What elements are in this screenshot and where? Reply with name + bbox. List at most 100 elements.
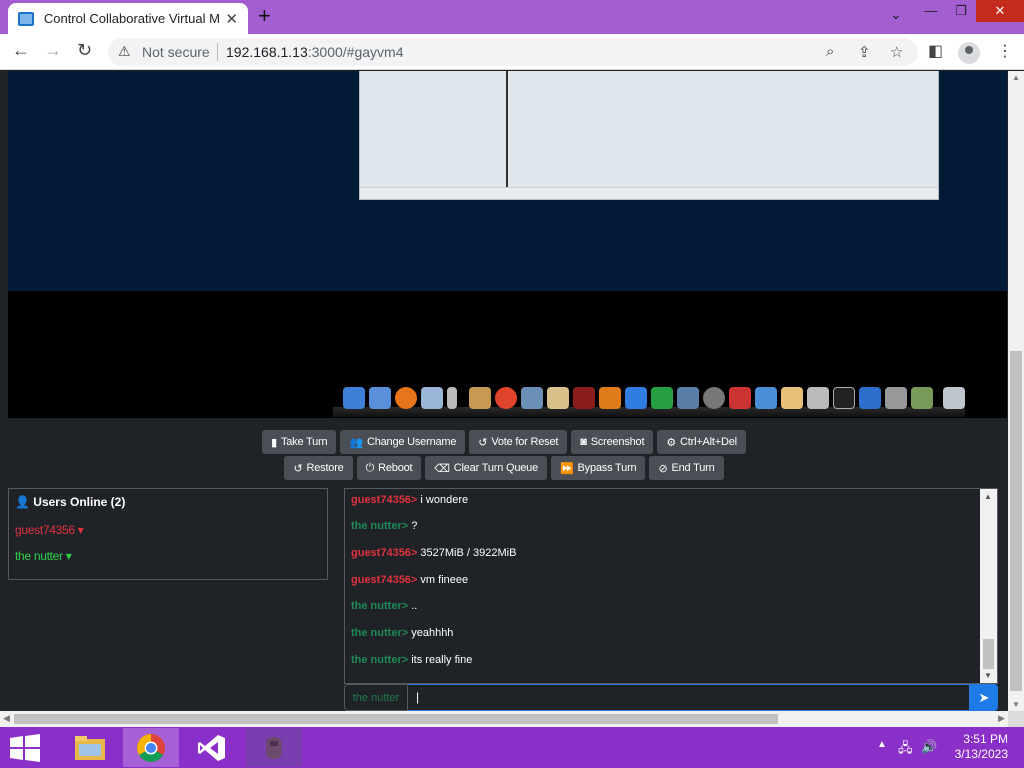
tab-title: Control Collaborative Virtual Mac xyxy=(43,11,220,26)
preview-icon[interactable] xyxy=(677,387,699,409)
user-name: the nutter xyxy=(15,549,63,563)
speaker-icon[interactable] xyxy=(703,387,725,409)
end-turn-button[interactable]: ⊘ End Turn xyxy=(649,456,724,480)
ctrl-alt-del-button[interactable]: ⚙ Ctrl+Alt+Del xyxy=(657,430,746,454)
photos-icon[interactable] xyxy=(469,387,491,409)
minimize-icon[interactable]: — xyxy=(916,0,946,22)
excel-icon[interactable] xyxy=(651,387,673,409)
film-icon[interactable] xyxy=(573,387,595,409)
security-label[interactable]: Not secure xyxy=(142,44,210,60)
migration-icon[interactable] xyxy=(859,387,881,409)
scroll-up-icon[interactable]: ▲ xyxy=(1012,73,1020,82)
scroll-down-icon[interactable]: ▼ xyxy=(1012,700,1020,709)
change-username-button[interactable]: 👥 Change Username xyxy=(340,430,466,454)
terminal-icon[interactable] xyxy=(833,387,855,409)
vote-reset-button[interactable]: ↺ Vote for Reset xyxy=(469,430,568,454)
downloads-icon[interactable] xyxy=(911,387,933,409)
caret-down-icon: ▾ xyxy=(77,523,84,537)
fast-forward-icon: ⏩ xyxy=(560,462,574,475)
restore-window-icon[interactable]: ❐ xyxy=(946,0,976,22)
word-icon[interactable] xyxy=(625,387,647,409)
screenshot-button[interactable]: ◙ Screenshot xyxy=(571,430,654,454)
users-online-heading: 👤 Users Online (2) xyxy=(15,495,125,509)
page-vertical-scrollbar[interactable]: ▲ ▼ xyxy=(1008,71,1024,711)
address-bar[interactable]: ⚠ Not secure 192.168.1.13:3000/#gayvm4 ⌕… xyxy=(108,38,918,66)
scroll-left-icon[interactable]: ◀ xyxy=(3,713,10,724)
reboot-button[interactable]: ⏻ Reboot xyxy=(356,456,422,480)
zoom-icon[interactable]: ⌕ xyxy=(826,43,834,60)
clock-date: 3/13/2023 xyxy=(954,747,1008,761)
scroll-down-icon[interactable]: ▼ xyxy=(984,671,992,680)
restore-button[interactable]: ↺ Restore xyxy=(284,456,353,480)
forward-icon[interactable]: → xyxy=(44,40,62,61)
browser-app-icon[interactable] xyxy=(495,387,517,409)
user-icon: ▮ xyxy=(271,436,277,449)
gear-icon: ⚙ xyxy=(666,436,677,449)
vm-screen[interactable] xyxy=(8,71,1007,418)
chat-scroll-thumb[interactable] xyxy=(983,639,994,669)
browser-titlebar: Control Collaborative Virtual Mac ✕ + ⌄ … xyxy=(0,0,1024,34)
bookmark-star-icon[interactable]: ☆ xyxy=(890,43,903,61)
volume-icon[interactable]: 🔊 xyxy=(921,739,937,755)
chat-scrollbar[interactable]: ▲ ▼ xyxy=(980,489,997,683)
file-explorer-icon[interactable] xyxy=(62,728,118,767)
reload-icon[interactable]: ↻ xyxy=(77,40,92,61)
chevron-up-icon[interactable]: ▲ xyxy=(877,739,887,750)
bypass-turn-button[interactable]: ⏩ Bypass Turn xyxy=(551,456,646,480)
browser-tab[interactable]: Control Collaborative Virtual Mac ✕ xyxy=(8,3,248,34)
vm-desktop[interactable] xyxy=(8,71,1007,291)
app-icon[interactable] xyxy=(246,728,302,767)
calendar-icon[interactable] xyxy=(729,387,751,409)
visual-studio-icon[interactable] xyxy=(184,728,240,767)
close-tab-icon[interactable]: ✕ xyxy=(225,10,238,28)
page-hscroll-thumb[interactable] xyxy=(14,714,778,724)
profile-avatar[interactable] xyxy=(958,42,980,64)
user-entry-nutter[interactable]: the nutter ▾ xyxy=(15,549,72,563)
taskbar-clock[interactable]: 3:51 PM 3/13/2023 xyxy=(944,732,1008,762)
network-icon[interactable]: 🖧 xyxy=(898,739,913,761)
video-icon[interactable] xyxy=(521,387,543,409)
share-icon[interactable]: ⇪ xyxy=(858,43,871,61)
pages-icon[interactable] xyxy=(599,387,621,409)
warning-icon[interactable]: ⚠ xyxy=(118,43,131,60)
vm-window[interactable] xyxy=(359,71,939,200)
chrome-icon[interactable] xyxy=(123,728,179,767)
notes-icon[interactable] xyxy=(755,387,777,409)
utility-icon[interactable] xyxy=(807,387,829,409)
take-turn-button[interactable]: ▮ Take Turn xyxy=(262,430,337,454)
chat-panel[interactable]: guest74356> i wondere the nutter> ? gues… xyxy=(344,488,998,684)
vm-controls-row-2: ↺ Restore ⏻ Reboot ⌫ Clear Turn Queue ⏩ Bypa… xyxy=(0,456,1008,480)
page-horizontal-scrollbar[interactable]: ◀ ▶ xyxy=(0,711,1008,727)
scroll-right-icon[interactable]: ▶ xyxy=(998,713,1005,724)
trash-icon[interactable] xyxy=(943,387,965,409)
back-icon[interactable]: ← xyxy=(12,40,30,61)
windows-start-icon[interactable] xyxy=(6,731,44,765)
url-text[interactable]: 192.168.1.13:3000/#gayvm4 xyxy=(226,44,403,60)
power-icon: ⏻ xyxy=(365,461,375,474)
tab-search-icon[interactable]: ⌄ xyxy=(890,6,902,23)
url-host: 192.168.1.13 xyxy=(226,44,308,60)
finder-icon[interactable] xyxy=(343,387,365,409)
chat-input[interactable]: | xyxy=(408,684,970,711)
browser-toolbar: ← → ↻ ⚠ Not secure 192.168.1.13:3000/#ga… xyxy=(0,34,1024,70)
send-icon[interactable]: ➤ xyxy=(970,684,998,711)
star-app-icon[interactable] xyxy=(547,387,569,409)
new-tab-button[interactable]: + xyxy=(258,4,271,28)
music-icon[interactable] xyxy=(781,387,803,409)
scroll-up-icon[interactable]: ▲ xyxy=(984,492,992,501)
user-entry-guest[interactable]: guest74356 ▾ xyxy=(15,523,84,537)
app-store-icon[interactable] xyxy=(369,387,391,409)
menu-dots-icon[interactable]: ⋮ xyxy=(997,41,1013,61)
page-content: ▮ Take Turn 👥 Change Username ↺ Vote for Re… xyxy=(0,71,1008,711)
mail-icon[interactable] xyxy=(421,387,443,409)
window-splitter[interactable] xyxy=(506,71,508,188)
camera-icon: ◙ xyxy=(580,436,587,448)
close-window-icon[interactable]: ✕ xyxy=(976,0,1024,22)
side-panel-icon[interactable]: ◧ xyxy=(928,41,943,61)
system-preferences-icon[interactable] xyxy=(885,387,907,409)
firefox-icon[interactable] xyxy=(395,387,417,409)
clear-turn-queue-button[interactable]: ⌫ Clear Turn Queue xyxy=(425,456,548,480)
chat-username: the nutter> xyxy=(351,520,409,532)
page-scroll-thumb[interactable] xyxy=(1010,351,1022,691)
microphone-icon[interactable] xyxy=(447,387,457,409)
